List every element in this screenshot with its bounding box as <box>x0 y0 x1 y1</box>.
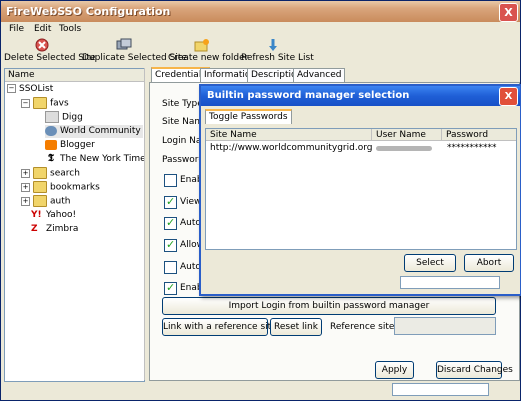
site-tree[interactable]: Name − SSOList − favs Digg World Community… <box>4 68 145 382</box>
toolbar: Delete Selected Site Duplicate Selected … <box>1 38 520 66</box>
abort-button[interactable]: Abort <box>464 254 514 272</box>
folder-icon <box>33 195 47 207</box>
tree-node-zimbra[interactable]: Z Zimbra <box>31 223 78 236</box>
expand-icon[interactable]: + <box>21 182 30 192</box>
list-row[interactable]: http://www.worldcommunitygrid.org ******… <box>210 142 510 155</box>
expand-icon[interactable]: + <box>21 196 30 206</box>
tree-node-nytimes[interactable]: 𝕿 The New York Times <box>45 152 144 166</box>
tree-node-blogger[interactable]: Blogger <box>45 139 95 152</box>
row-user-redacted <box>376 146 432 151</box>
discard-changes-button[interactable]: Discard Changes <box>436 361 513 379</box>
yahoo-icon: Y! <box>31 209 42 220</box>
create-folder-label: Create new folder <box>168 53 249 63</box>
reset-link-button[interactable]: Reset link <box>270 318 322 336</box>
delete-site-label: Delete Selected Site <box>4 53 96 63</box>
refresh-list-button[interactable]: Refresh Site List <box>241 38 314 66</box>
duplicate-icon <box>116 38 132 50</box>
allow-checkbox[interactable] <box>164 238 177 252</box>
collapse-icon[interactable]: − <box>21 98 30 108</box>
folder-icon <box>33 167 47 179</box>
enable-checkbox-1[interactable] <box>164 174 177 187</box>
folder-icon <box>33 97 47 109</box>
window-title: FireWebSSO Configuration <box>6 5 171 18</box>
dialog-status-field <box>400 276 500 289</box>
duplicate-site-label: Duplicate Selected Site <box>82 53 187 63</box>
zimbra-icon: Z <box>31 223 38 234</box>
apply-button[interactable]: Apply <box>375 361 414 379</box>
tab-toggle-passwords[interactable]: Toggle Passwords <box>205 109 292 124</box>
title-bar: FireWebSSO Configuration X <box>1 1 520 22</box>
refresh-list-label: Refresh Site List <box>241 53 314 63</box>
new-folder-icon <box>194 39 209 52</box>
create-folder-button[interactable]: Create new folder <box>168 38 249 66</box>
refresh-icon <box>269 39 277 51</box>
select-button[interactable]: Select <box>404 254 456 272</box>
status-bar <box>1 382 520 400</box>
tree-node-world-community[interactable]: World Community ... <box>45 125 144 138</box>
link-reference-button[interactable]: Link with a reference site <box>162 318 277 336</box>
menu-edit[interactable]: Edit <box>34 24 51 34</box>
tree-node-search[interactable]: + search <box>21 167 80 180</box>
view-in-checkbox[interactable] <box>164 195 177 209</box>
digg-icon <box>45 111 59 123</box>
column-password[interactable]: Password <box>442 129 516 141</box>
tree-header: Name <box>5 69 144 82</box>
import-login-button[interactable]: Import Login from builtin password manag… <box>162 297 496 315</box>
status-field <box>392 383 489 396</box>
nytimes-icon: 𝕿 <box>47 152 55 164</box>
tree-node-yahoo[interactable]: Y! Yahoo! <box>31 209 76 222</box>
tree-node-favs[interactable]: − favs <box>21 97 69 110</box>
password-manager-dialog: Builtin password manager selection X Tog… <box>199 84 521 296</box>
dialog-close-button[interactable]: X <box>499 87 518 106</box>
auto-submit-checkbox[interactable] <box>164 216 177 230</box>
enable-checkbox-2[interactable] <box>164 281 177 295</box>
row-site: http://www.worldcommunitygrid.org <box>210 143 373 153</box>
menu-file[interactable]: File <box>9 24 24 34</box>
menu-bar: File Edit Tools <box>1 22 520 38</box>
tab-advanced[interactable]: Advanced <box>293 68 346 82</box>
column-user-name[interactable]: User Name <box>372 129 442 141</box>
dialog-title-bar: Builtin password manager selection X <box>201 86 520 106</box>
reference-site-label: Reference site: <box>330 322 398 332</box>
delete-site-button[interactable]: Delete Selected Site <box>4 38 96 66</box>
close-window-button[interactable]: X <box>499 3 518 22</box>
column-site-name[interactable]: Site Name <box>206 129 372 141</box>
row-password: *********** <box>447 143 497 153</box>
world-community-icon <box>45 125 57 136</box>
folder-icon <box>33 181 47 193</box>
dialog-title: Builtin password manager selection <box>207 90 410 101</box>
collapse-icon[interactable]: − <box>7 84 16 93</box>
delete-icon <box>35 38 49 52</box>
tree-node-bookmarks[interactable]: + bookmarks <box>21 181 100 194</box>
expand-icon[interactable]: + <box>21 168 30 178</box>
duplicate-site-button[interactable]: Duplicate Selected Site <box>82 38 187 66</box>
blogger-icon <box>45 139 57 150</box>
tree-node-ssolist[interactable]: − SSOList <box>7 83 53 96</box>
menu-tools[interactable]: Tools <box>59 24 81 34</box>
tree-node-auth[interactable]: + auth <box>21 195 70 208</box>
tree-node-digg[interactable]: Digg <box>45 111 83 124</box>
saved-logins-list[interactable]: Site Name User Name Password http://www.… <box>205 128 517 250</box>
auto-login-checkbox[interactable] <box>164 261 177 274</box>
reference-site-field[interactable] <box>394 317 496 335</box>
